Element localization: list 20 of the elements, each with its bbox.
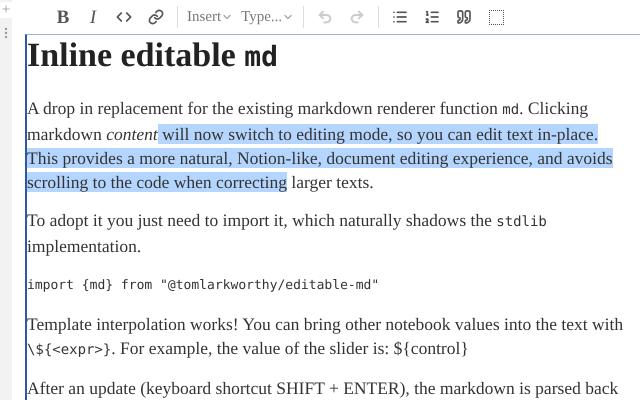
paragraph: Template interpolation works! You can bring other notebook values into the text with \${<expr>}. For example, the value of the slider is: ${control} <box>27 313 624 360</box>
add-cell-button[interactable]: + <box>0 2 12 18</box>
link-icon <box>148 9 164 25</box>
dropdown-menu-button[interactable]: Insert <box>184 4 236 30</box>
italic-button[interactable]: I <box>79 4 107 30</box>
numbered-list-icon <box>424 9 440 25</box>
dotted-square-icon <box>488 10 504 24</box>
quote-icon <box>456 9 472 25</box>
code-icon <box>116 9 132 25</box>
editor-area[interactable] <box>25 34 640 400</box>
code-line: import {md} from "@tomlarkworthy/editable-md" <box>27 277 380 295</box>
heading: Inline editable md <box>27 37 279 76</box>
dropdown-menu-button[interactable]: Type... <box>238 4 298 30</box>
undo-icon <box>317 9 334 25</box>
redo-icon <box>349 9 366 25</box>
paragraph: To adopt it you just need to import it, which naturally shadows the stdlib implementation. <box>27 209 548 258</box>
bullet-list-icon <box>392 9 408 25</box>
drag-handle-icon[interactable] <box>4 27 8 39</box>
paragraph: After an update (keyboard shortcut SHIFT + ENTER), the markdown is parsed back <box>27 377 620 400</box>
bold-button[interactable]: B <box>49 4 77 30</box>
